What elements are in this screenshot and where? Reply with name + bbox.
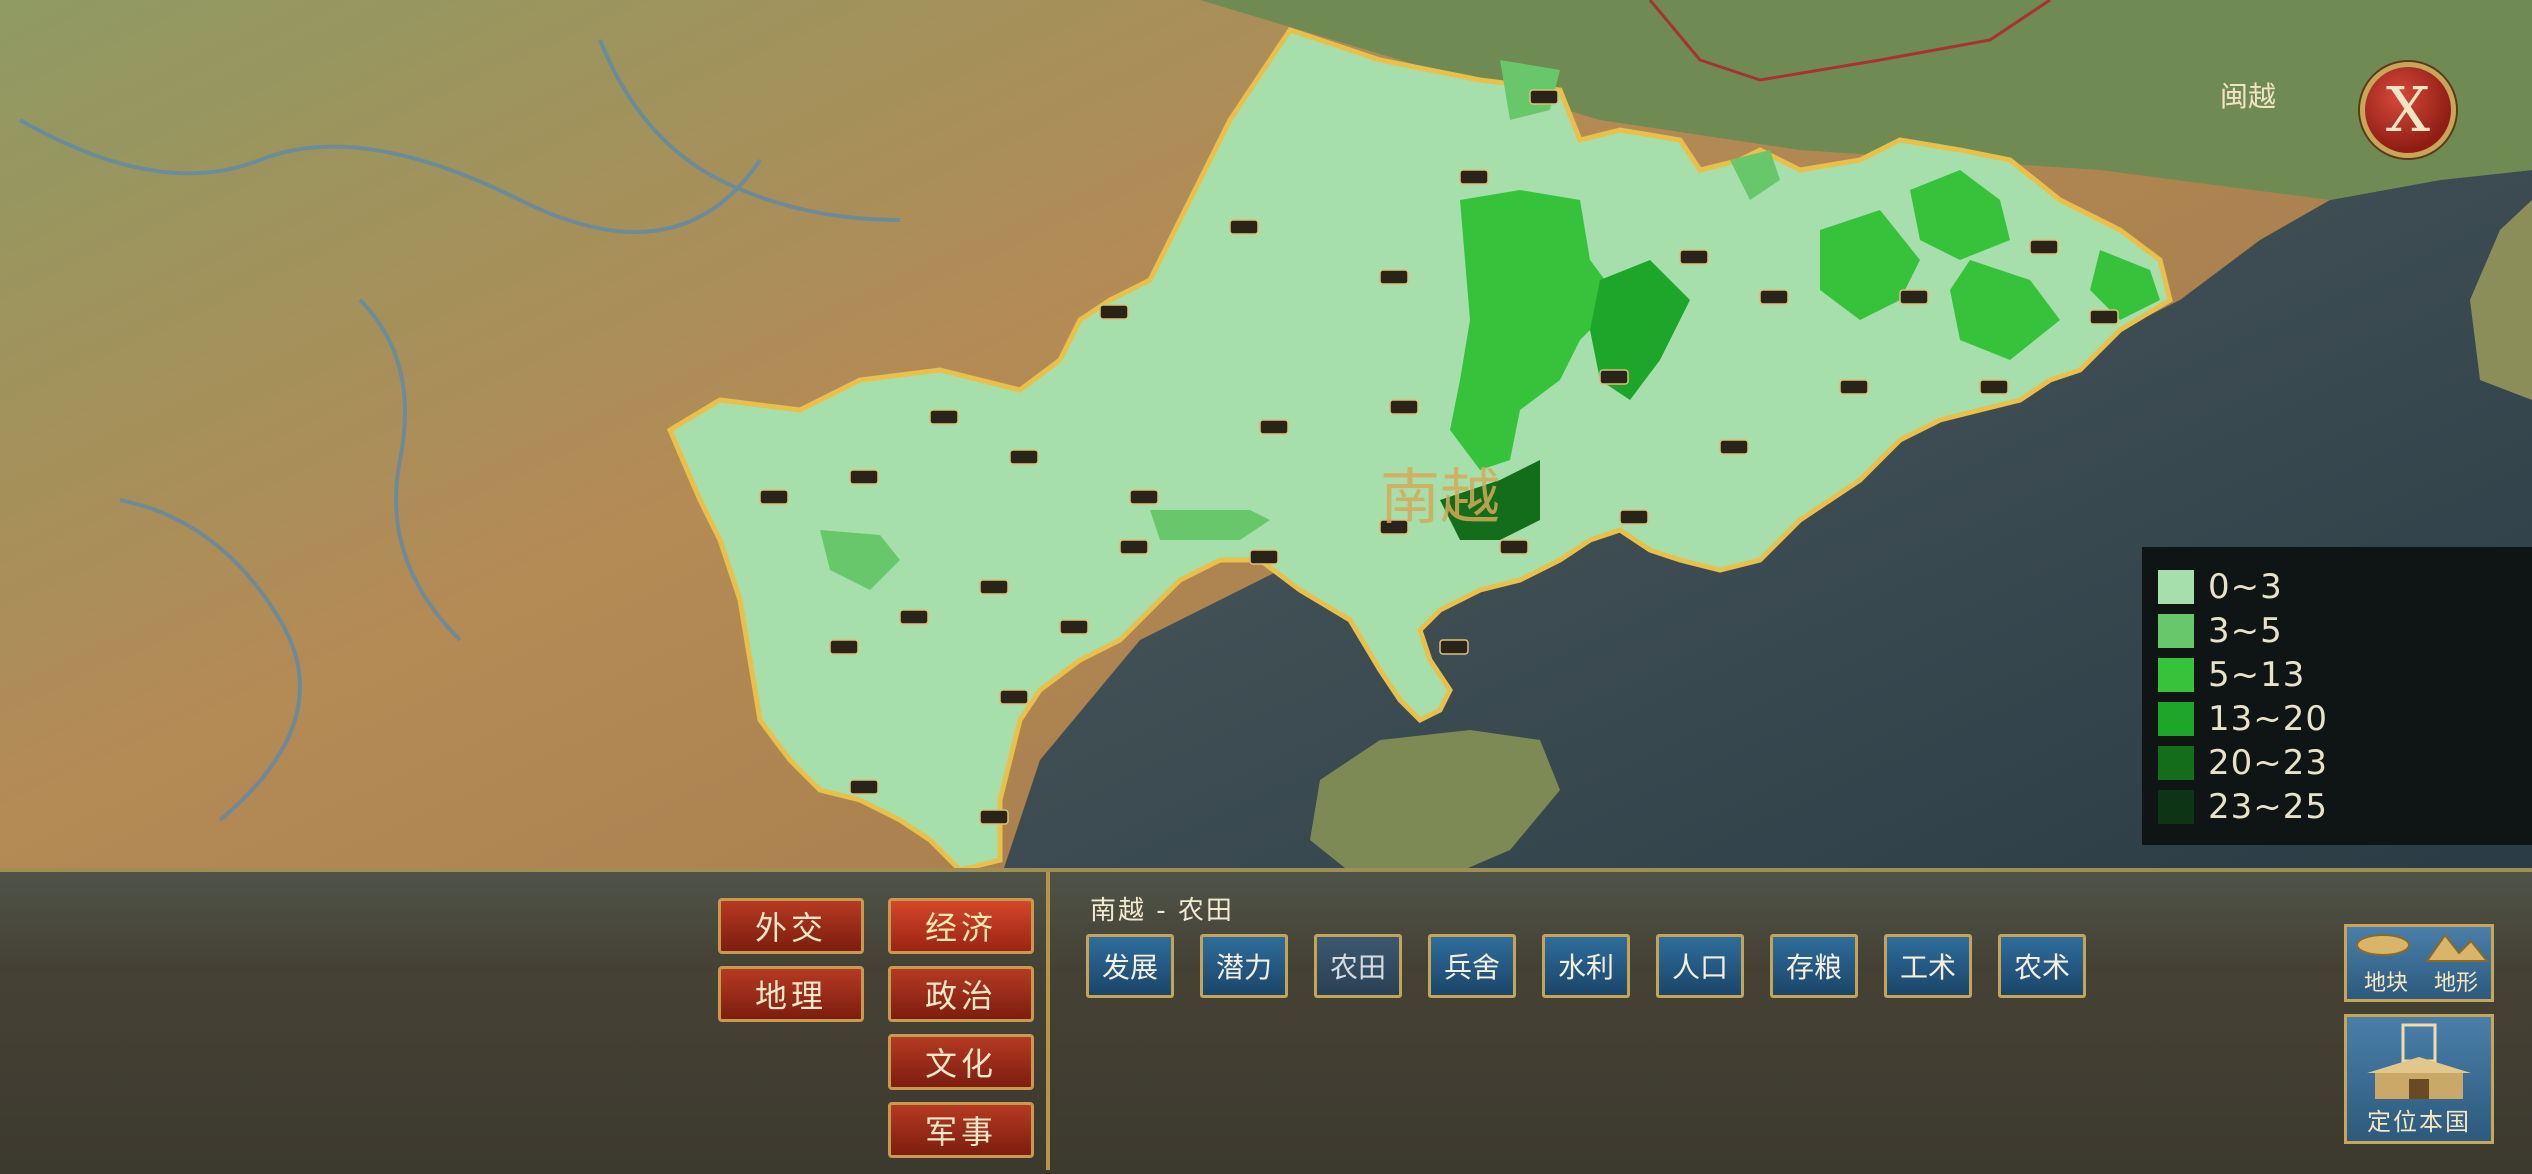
- category-politics-button[interactable]: 政治: [888, 966, 1034, 1022]
- close-icon: X: [2385, 73, 2431, 146]
- legend-swatch: [2158, 746, 2194, 780]
- legend-swatch: [2158, 570, 2194, 604]
- category-military-button[interactable]: 军事: [888, 1102, 1034, 1158]
- map-legend: 0~3 3~5 5~13 13~20 20~23 23~25: [2142, 547, 2532, 845]
- legend-item: 5~13: [2158, 653, 2532, 697]
- category-diplomacy-button[interactable]: 外交: [718, 898, 864, 954]
- legend-swatch: [2158, 702, 2194, 736]
- sub-development-button[interactable]: 发展: [1086, 934, 1174, 998]
- category-geography-button[interactable]: 地理: [718, 966, 864, 1022]
- category-economy-button[interactable]: 经济: [888, 898, 1034, 954]
- legend-swatch: [2158, 614, 2194, 648]
- legend-label: 13~20: [2208, 699, 2329, 739]
- legend-swatch: [2158, 658, 2194, 692]
- sub-potential-button[interactable]: 潜力: [1200, 934, 1288, 998]
- close-button[interactable]: X: [2360, 62, 2456, 158]
- palace-icon: [2367, 1023, 2471, 1099]
- legend-label: 20~23: [2208, 743, 2329, 783]
- map-mode-toggle-button[interactable]: 地块 地形: [2344, 924, 2494, 1002]
- minyue-label: 闽越: [2220, 80, 2276, 113]
- nanyue-label: 南越: [1380, 463, 1500, 533]
- legend-item: 3~5: [2158, 609, 2532, 653]
- legend-label: 23~25: [2208, 787, 2329, 827]
- legend-item: 13~20: [2158, 697, 2532, 741]
- sub-grain-button[interactable]: 存粮: [1770, 934, 1858, 998]
- category-culture-button[interactable]: 文化: [888, 1034, 1034, 1090]
- legend-label: 5~13: [2208, 655, 2306, 695]
- legend-label: 3~5: [2208, 611, 2283, 651]
- legend-item: 20~23: [2158, 741, 2532, 785]
- legend-label: 0~3: [2208, 567, 2283, 607]
- sub-agri-tech-button[interactable]: 农术: [1998, 934, 2086, 998]
- sub-craft-button[interactable]: 工术: [1884, 934, 1972, 998]
- sub-barracks-button[interactable]: 兵舍: [1428, 934, 1516, 998]
- sub-population-button[interactable]: 人口: [1656, 934, 1744, 998]
- legend-swatch: [2158, 790, 2194, 824]
- tile-mode-label: 地块: [2363, 971, 2408, 996]
- sub-farmland-button[interactable]: 农田: [1314, 934, 1402, 998]
- sub-irrigation-button[interactable]: 水利: [1542, 934, 1630, 998]
- locate-home-button[interactable]: 定位本国: [2344, 1014, 2494, 1144]
- subpanel-title: 南越 - 农田: [1090, 896, 1234, 926]
- legend-item: 23~25: [2158, 785, 2532, 829]
- terrain-mode-label: 地形: [2433, 971, 2478, 996]
- legend-item: 0~3: [2158, 565, 2532, 609]
- panel-divider: [1046, 872, 1050, 1170]
- locate-home-label: 定位本国: [2367, 1108, 2471, 1136]
